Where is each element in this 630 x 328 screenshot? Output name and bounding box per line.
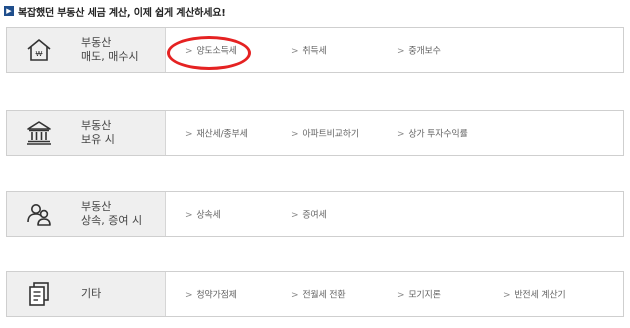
documents-icon bbox=[29, 282, 49, 306]
people-icon bbox=[27, 204, 51, 226]
chevron-right-icon: > bbox=[291, 210, 299, 221]
section-links: > 청약가점제 > 전월세 전환 > 모기지론 > 반전세 계산기 bbox=[165, 272, 623, 316]
link-label: 모기지론 bbox=[408, 290, 441, 301]
link-label: 취득세 bbox=[302, 46, 327, 57]
page-header: ▶ 복잡했던 부동산 세금 계산, 이제 쉽게 계산하세요! bbox=[4, 4, 226, 19]
section-inheritance-gift: 부동산 상속, 증여 시 > 상속세 > 증여세 bbox=[6, 191, 624, 237]
link-label: 재산세/종부세 bbox=[196, 129, 248, 140]
link-label: 반전세 계산기 bbox=[514, 290, 566, 301]
section-category: 기타 bbox=[7, 272, 166, 316]
link-label: 양도소득세 bbox=[196, 46, 237, 57]
link-label: 청약가점제 bbox=[196, 290, 237, 301]
section-title: 기타 bbox=[81, 287, 101, 301]
link-apartment-compare[interactable]: > 아파트비교하기 bbox=[291, 127, 359, 140]
bank-building-icon bbox=[27, 121, 51, 145]
section-links: > 상속세 > 증여세 bbox=[165, 192, 623, 236]
chevron-right-icon: > bbox=[185, 129, 193, 140]
chevron-right-icon: > bbox=[291, 46, 299, 57]
section-title-line2: 상속, 증여 시 bbox=[81, 214, 143, 227]
section-title-line1: 부동산 bbox=[81, 36, 112, 49]
svg-text:W: W bbox=[36, 50, 43, 58]
chevron-right-icon: > bbox=[397, 46, 405, 57]
section-holding: 부동산 보유 시 > 재산세/종부세 > 아파트비교하기 > 상가 투자수익률 bbox=[6, 110, 624, 156]
header-arrow-icon: ▶ bbox=[4, 6, 14, 16]
link-label: 중개보수 bbox=[408, 46, 441, 57]
link-capital-gains-tax[interactable]: > 양도소득세 bbox=[185, 44, 237, 57]
chevron-right-icon: > bbox=[397, 129, 405, 140]
chevron-right-icon: > bbox=[291, 129, 299, 140]
section-title-line1: 기타 bbox=[81, 287, 102, 300]
link-property-tax[interactable]: > 재산세/종부세 bbox=[185, 127, 248, 140]
link-label: 전월세 전환 bbox=[302, 290, 346, 301]
section-title-line1: 부동산 bbox=[81, 119, 112, 132]
link-inheritance-tax[interactable]: > 상속세 bbox=[185, 208, 221, 221]
chevron-right-icon: > bbox=[397, 290, 405, 301]
section-title: 부동산 매도, 매수시 bbox=[81, 36, 139, 64]
section-title-line1: 부동산 bbox=[81, 200, 112, 213]
link-mortgage-loan[interactable]: > 모기지론 bbox=[397, 288, 441, 301]
link-semi-jeonse-calculator[interactable]: > 반전세 계산기 bbox=[503, 288, 566, 301]
link-rent-conversion[interactable]: > 전월세 전환 bbox=[291, 288, 346, 301]
section-title-line2: 매도, 매수시 bbox=[81, 50, 139, 63]
section-title-line2: 보유 시 bbox=[81, 133, 115, 146]
section-etc: 기타 > 청약가점제 > 전월세 전환 > 모기지론 > 반전세 계산기 bbox=[6, 271, 624, 317]
chevron-right-icon: > bbox=[503, 290, 511, 301]
chevron-right-icon: > bbox=[185, 46, 193, 57]
link-subscription-score[interactable]: > 청약가점제 bbox=[185, 288, 237, 301]
chevron-right-icon: > bbox=[185, 210, 193, 221]
link-label: 증여세 bbox=[302, 210, 327, 221]
header-title: 복잡했던 부동산 세금 계산, 이제 쉽게 계산하세요! bbox=[18, 7, 226, 19]
link-label: 아파트비교하기 bbox=[302, 129, 359, 140]
section-category: W 부동산 매도, 매수시 bbox=[7, 28, 166, 72]
link-gift-tax[interactable]: > 증여세 bbox=[291, 208, 327, 221]
house-won-icon: W bbox=[27, 39, 51, 61]
section-links: > 양도소득세 > 취득세 > 중개보수 bbox=[165, 28, 623, 72]
link-label: 상가 투자수익률 bbox=[408, 129, 468, 140]
section-category: 부동산 보유 시 bbox=[7, 111, 166, 155]
section-links: > 재산세/종부세 > 아파트비교하기 > 상가 투자수익률 bbox=[165, 111, 623, 155]
link-label: 상속세 bbox=[196, 210, 221, 221]
link-acquisition-tax[interactable]: > 취득세 bbox=[291, 44, 327, 57]
link-brokerage-fee[interactable]: > 중개보수 bbox=[397, 44, 441, 57]
link-commercial-roi[interactable]: > 상가 투자수익률 bbox=[397, 127, 468, 140]
chevron-right-icon: > bbox=[291, 290, 299, 301]
section-title: 부동산 보유 시 bbox=[81, 119, 115, 147]
section-buy-sell: W 부동산 매도, 매수시 > 양도소득세 > 취득세 > 중개보수 bbox=[6, 27, 624, 73]
section-category: 부동산 상속, 증여 시 bbox=[7, 192, 166, 236]
chevron-right-icon: > bbox=[185, 290, 193, 301]
section-title: 부동산 상속, 증여 시 bbox=[81, 200, 142, 228]
